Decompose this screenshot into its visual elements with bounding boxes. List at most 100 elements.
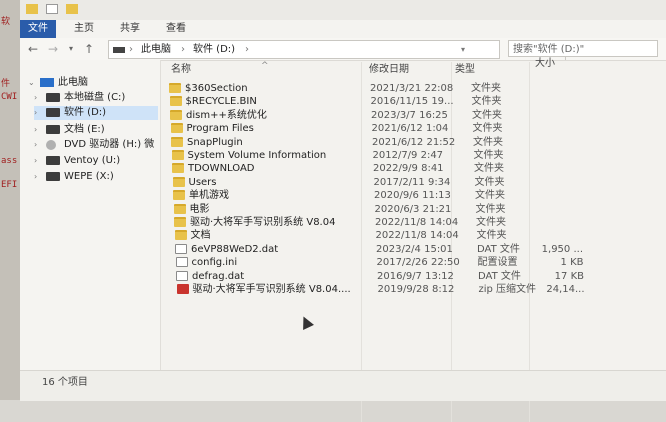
file-row[interactable]: dism++系统优化 2023/3/7 16:25 文件夹: [156, 109, 536, 122]
tab-file[interactable]: 文件: [20, 20, 56, 38]
nav-item-drive-c[interactable]: › 本地磁盘 (C:): [34, 91, 158, 105]
column-header-type[interactable]: 类型: [455, 62, 475, 78]
file-name: 电影: [189, 203, 210, 215]
folder-icon: [26, 4, 38, 14]
chevron-right-icon[interactable]: ›: [34, 91, 42, 105]
address-bar[interactable]: › 此电脑 › 软件 (D:) › ▾ ⟳: [108, 40, 582, 60]
address-dropdown-icon[interactable]: ▾: [461, 41, 465, 58]
breadcrumb-this-pc[interactable]: 此电脑: [141, 41, 171, 58]
breadcrumb-drive-d[interactable]: 软件 (D:): [193, 41, 235, 58]
column-header-name[interactable]: 名称: [171, 62, 191, 78]
file-name: $RECYCLE.BIN: [185, 96, 257, 108]
file-row[interactable]: 文档 2022/11/8 14:04 文件夹: [161, 229, 541, 242]
file-row[interactable]: $360Section 2021/3/21 22:08 文件夹: [155, 82, 535, 95]
sort-up-icon: ^: [261, 61, 269, 71]
file-type: 文件夹: [474, 163, 504, 175]
nav-item-wepe-x[interactable]: › WEPE (X:): [34, 170, 158, 184]
drive-icon: [46, 156, 60, 165]
file-row[interactable]: 电影 2020/6/3 21:21 文件夹: [160, 203, 540, 216]
file-date: 2021/6/12 21:52: [372, 136, 456, 148]
properties-icon[interactable]: [46, 4, 58, 14]
nav-item-ventoy-u[interactable]: › Ventoy (U:): [34, 154, 158, 168]
file-row[interactable]: 6eVP88WeD2.dat 2023/2/4 15:01 DAT 文件 1,950 …: [161, 243, 583, 256]
column-header-size[interactable]: 大小: [535, 56, 555, 72]
nav-item-drive-d[interactable]: › 软件 (D:): [34, 106, 158, 120]
file-name: System Volume Information: [187, 150, 327, 161]
chevron-right-icon[interactable]: ›: [34, 106, 42, 120]
file-date: 2022/9/9 8:41: [373, 163, 444, 175]
nav-item-dvd-h[interactable]: › DVD 驱动器 (H:) 微: [34, 138, 158, 152]
file-icon: [176, 270, 188, 281]
strip-label: 件: [1, 79, 11, 89]
folder-icon: [174, 217, 186, 227]
file-name: 文档: [190, 230, 211, 242]
drive-icon: [113, 47, 125, 53]
file-row[interactable]: config.ini 2017/2/26 22:50 配置设置 1 KB: [162, 256, 584, 269]
chevron-down-icon[interactable]: ⌄: [28, 76, 36, 90]
chevron-right-icon[interactable]: ›: [34, 154, 42, 168]
disc-icon: [46, 140, 56, 150]
folder-icon: [171, 136, 183, 147]
chevron-right-icon[interactable]: ›: [34, 123, 42, 137]
file-name: 驱动·大将军手写识别系统 V8.04....: [192, 284, 351, 295]
tab-share[interactable]: 共享: [112, 20, 148, 38]
file-explorer-window: 文件 主页 共享 查看 ← → ▾ ↑ › 此电脑 › 软件 (D:) › ▾ …: [20, 0, 666, 422]
nav-item-label: DVD 驱动器 (H:) 微: [64, 139, 155, 150]
file-name: 驱动·大将军手写识别系统 V8.04: [190, 217, 336, 228]
file-date: 2022/11/8 14:04: [375, 217, 459, 228]
folder-icon: [169, 83, 181, 93]
breadcrumb-separator: ›: [245, 44, 249, 55]
file-row[interactable]: 单机游戏 2020/9/6 11:13 文件夹: [159, 189, 539, 202]
file-date: 2022/11/8 14:04: [375, 230, 459, 242]
strip-label: ass: [1, 156, 18, 166]
file-date: 2020/9/6 11:13: [374, 190, 451, 202]
file-type: 文件夹: [473, 136, 503, 148]
folder-icon: [169, 96, 182, 107]
recent-dropdown-icon[interactable]: ▾: [64, 41, 78, 57]
file-name: config.ini: [191, 257, 238, 269]
background-window-strip: 软 件 CWI ass EFI: [0, 0, 21, 400]
navigation-pane: ⌄ 此电脑 › 本地磁盘 (C:) › 软件 (D:) › 文档 (E:) › …: [20, 60, 161, 370]
file-name: 6eVP88WeD2.dat: [191, 243, 279, 255]
file-row[interactable]: Users 2017/2/11 9:34 文件夹: [159, 176, 539, 189]
up-icon[interactable]: ↑: [82, 41, 96, 57]
file-type: DAT 文件: [478, 270, 521, 282]
chevron-right-icon[interactable]: ›: [34, 170, 42, 184]
folder-icon: [172, 176, 185, 187]
file-type: 文件夹: [473, 150, 504, 161]
nav-item-drive-e[interactable]: › 文档 (E:): [34, 123, 158, 137]
file-row[interactable]: System Volume Information 2012/7/9 2:47 文件…: [158, 149, 538, 162]
file-date: 2016/9/7 13:12: [377, 270, 454, 282]
file-row[interactable]: 驱动·大将军手写识别系统 V8.04.... 2019/9/28 8:12 zip …: [163, 283, 585, 296]
file-row[interactable]: Program Files 2021/6/12 1:04 文件夹: [157, 122, 537, 135]
strip-label: EFI: [1, 180, 18, 190]
strip-label: 软: [1, 17, 11, 27]
file-row[interactable]: TDOWNLOAD 2022/9/9 8:41 文件夹: [158, 162, 538, 175]
drive-icon: [46, 108, 60, 117]
forward-icon[interactable]: →: [46, 41, 60, 57]
file-row[interactable]: defrag.dat 2016/9/7 13:12 DAT 文件 17 KB: [162, 270, 584, 283]
file-type: 文件夹: [476, 217, 506, 228]
back-icon[interactable]: ←: [26, 41, 40, 57]
search-input[interactable]: 搜索"软件 (D:)": [508, 40, 658, 57]
tab-home[interactable]: 主页: [66, 20, 102, 38]
nav-item-this-pc[interactable]: ⌄ 此电脑: [28, 76, 158, 90]
file-row[interactable]: SnapPlugin 2021/6/12 21:52 文件夹: [157, 136, 537, 149]
new-folder-icon[interactable]: [66, 4, 78, 14]
drive-icon: [46, 172, 60, 181]
file-name: TDOWNLOAD: [188, 163, 255, 175]
folder-icon: [170, 123, 183, 134]
column-header-date[interactable]: 修改日期: [369, 62, 409, 78]
file-row[interactable]: 驱动·大将军手写识别系统 V8.04 2022/11/8 14:04 文件夹: [160, 216, 540, 229]
file-row[interactable]: $RECYCLE.BIN 2016/11/15 19... 文件夹: [156, 95, 536, 108]
file-type: 文件夹: [476, 230, 507, 242]
address-row: ← → ▾ ↑ › 此电脑 › 软件 (D:) › ▾ ⟳ 搜索"软件 (D:)…: [20, 38, 666, 61]
tab-view[interactable]: 查看: [158, 20, 194, 38]
file-date: 2021/6/12 1:04: [371, 123, 449, 135]
file-date: 2021/3/21 22:08: [370, 83, 454, 94]
strip-label: CWI: [1, 92, 18, 102]
nav-item-label: 此电脑: [58, 77, 88, 88]
breadcrumb-separator: ›: [129, 44, 133, 55]
folder-icon: [173, 190, 185, 201]
chevron-right-icon[interactable]: ›: [34, 138, 42, 152]
